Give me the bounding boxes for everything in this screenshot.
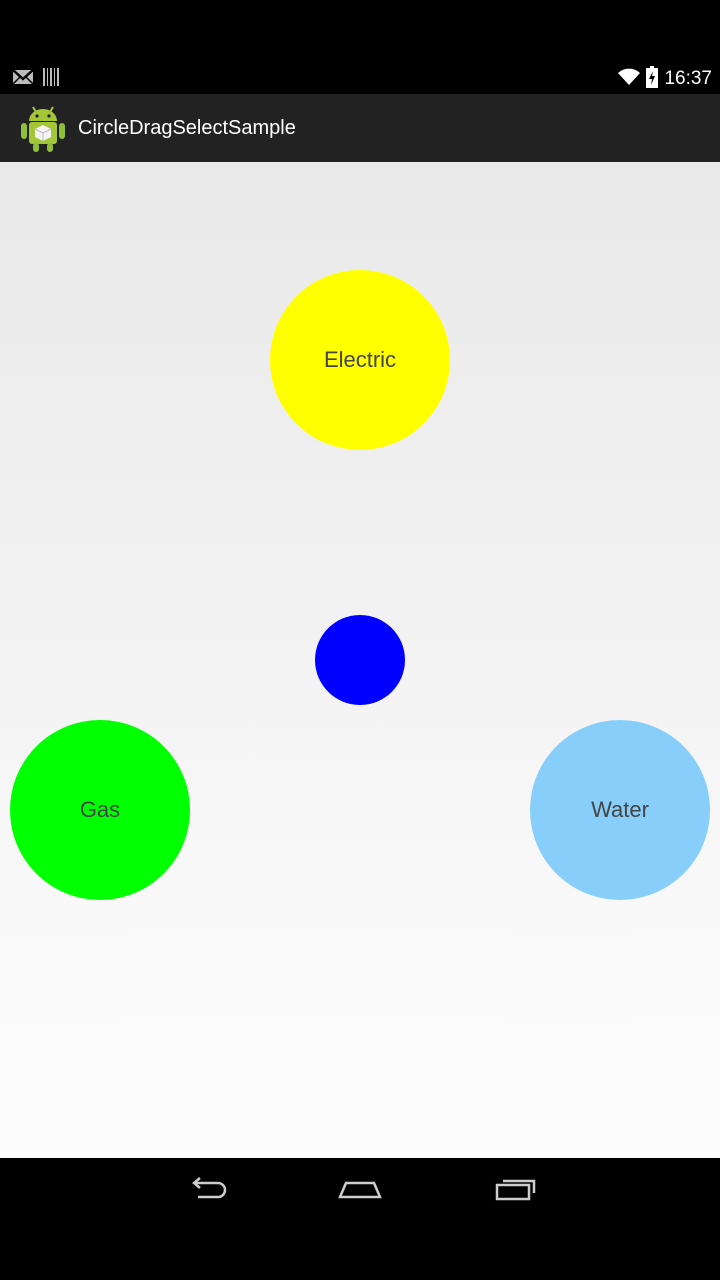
electric-circle[interactable]: Electric [270, 270, 450, 450]
app-title: CircleDragSelectSample [78, 116, 296, 139]
navigation-bar [0, 1158, 720, 1280]
clock: 16:37 [664, 68, 712, 89]
drag-handle-circle[interactable] [315, 615, 405, 705]
status-system: 16:37 [618, 66, 712, 92]
water-label: Water [591, 797, 649, 822]
circle-select-canvas[interactable]: Electric Gas Water [0, 162, 720, 1158]
status-notifications [12, 67, 60, 91]
home-icon[interactable] [330, 1170, 390, 1210]
battery-icon [646, 66, 659, 92]
back-icon[interactable] [176, 1170, 236, 1210]
gas-circle[interactable]: Gas [10, 720, 190, 900]
wifi-icon [618, 68, 641, 90]
screen: 16:37 CircleDragSelectSample Electric Ga… [0, 0, 720, 1280]
barcode-icon [42, 67, 60, 91]
water-circle[interactable]: Water [530, 720, 710, 900]
status-bar: 16:37 [0, 0, 720, 94]
gmail-icon [12, 68, 34, 90]
electric-label: Electric [323, 347, 397, 372]
gas-label: Gas [79, 797, 121, 822]
recents-icon[interactable] [486, 1170, 546, 1210]
action-bar: CircleDragSelectSample [0, 94, 720, 162]
android-app-icon[interactable] [20, 103, 66, 153]
